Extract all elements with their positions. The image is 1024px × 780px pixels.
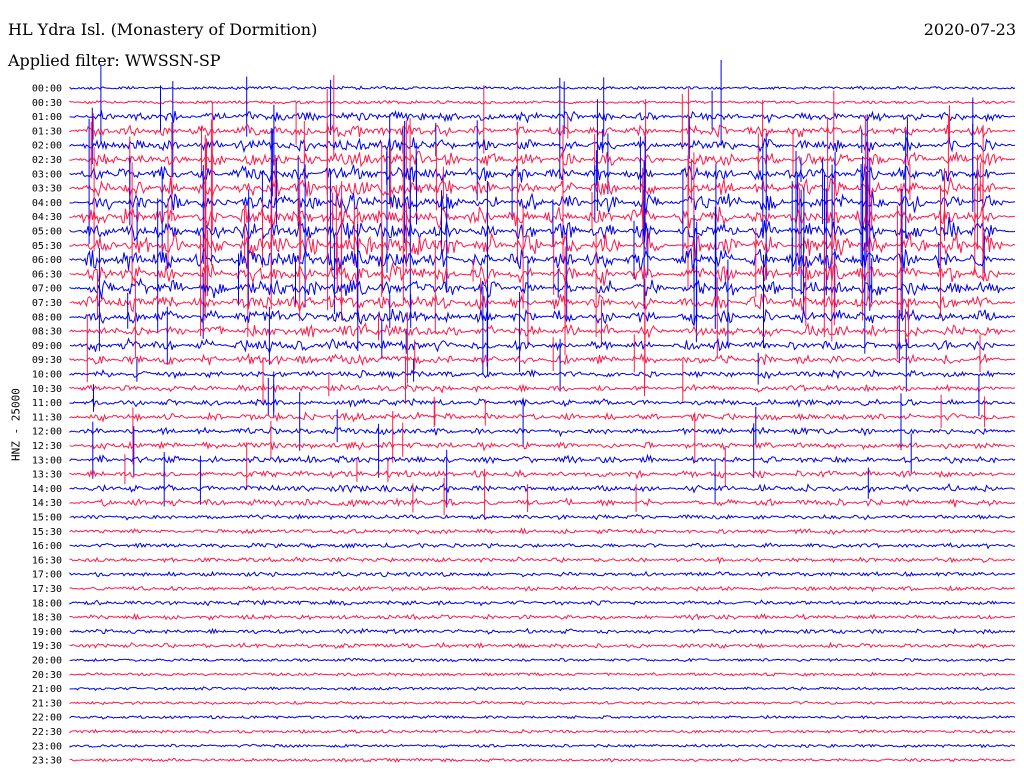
row-tick-label: 08:00 <box>32 312 62 323</box>
trace-row <box>69 308 1016 327</box>
row-tick-label: 02:00 <box>32 141 62 152</box>
row-tick-label: 22:00 <box>32 713 62 724</box>
trace-row <box>69 657 1016 663</box>
row-tick-label: 05:00 <box>32 227 62 238</box>
row-tick-label: 15:30 <box>32 527 62 538</box>
row-tick-label: 12:00 <box>32 427 62 438</box>
row-tick-label: 17:00 <box>32 570 62 581</box>
row-tick-label: 09:00 <box>32 341 62 352</box>
row-tick-label: 14:00 <box>32 484 62 495</box>
trace-row <box>69 368 1016 380</box>
trace-row <box>69 671 1016 677</box>
trace-row <box>69 352 1016 367</box>
row-tick-label: 09:30 <box>32 355 62 366</box>
row-tick-label: 13:00 <box>32 455 62 466</box>
trace-row <box>69 426 1016 438</box>
trace-row <box>69 411 1016 423</box>
row-tick-label: 02:30 <box>32 155 62 166</box>
row-tick-label: 08:30 <box>32 327 62 338</box>
trace-row <box>69 497 1016 508</box>
trace-row <box>69 700 1016 706</box>
row-tick-label: 14:30 <box>32 498 62 509</box>
row-tick-label: 00:30 <box>32 98 62 109</box>
row-tick-label: 04:30 <box>32 212 62 223</box>
row-tick-label: 16:30 <box>32 555 62 566</box>
row-tick-label: 10:30 <box>32 384 62 395</box>
trace-row <box>69 85 1016 91</box>
row-tick-label: 06:30 <box>32 269 62 280</box>
trace-row <box>69 482 1016 494</box>
trace-row <box>69 396 1016 408</box>
seismogram-traces <box>69 59 1016 763</box>
trace-row <box>69 599 1016 607</box>
row-tick-label: 05:30 <box>32 241 62 252</box>
row-tick-label: 21:00 <box>32 684 62 695</box>
row-tick-label: 23:00 <box>32 741 62 752</box>
trace-row <box>69 527 1016 536</box>
row-tick-label: 10:00 <box>32 370 62 381</box>
trace-row <box>69 627 1016 635</box>
seismogram-plot: 00:00 00:30 01:00 01:30 02:00 02:30 03:00 03:30… <box>32 59 1016 767</box>
row-tick-label: 11:30 <box>32 412 62 423</box>
trace-row <box>69 293 1016 313</box>
trace-row <box>69 99 1016 105</box>
row-tick-label: 00:00 <box>32 84 62 95</box>
row-tick-label: 21:30 <box>32 698 62 709</box>
row-tick-label: 03:30 <box>32 184 62 195</box>
row-tick-label: 07:00 <box>32 284 62 295</box>
row-tick-label: 13:30 <box>32 470 62 481</box>
trace-row <box>69 757 1016 763</box>
trace-row <box>69 513 1016 521</box>
row-tick-label: 07:30 <box>32 298 62 309</box>
trace-row <box>69 262 1016 286</box>
row-tick-label: 20:30 <box>32 670 62 681</box>
row-tick-label: 04:00 <box>32 198 62 209</box>
trace-row <box>69 585 1015 593</box>
row-tick-label: 19:30 <box>32 641 62 652</box>
trace-row <box>69 641 1016 650</box>
row-tick-label: 01:30 <box>32 126 62 137</box>
trace-row <box>69 468 1016 480</box>
row-tick-label: 11:00 <box>32 398 62 409</box>
row-tick-label: 19:00 <box>32 627 62 638</box>
trace-row <box>69 570 1016 578</box>
row-tick-label: 06:00 <box>32 255 62 266</box>
row-tick-label: 03:00 <box>32 169 62 180</box>
row-tick-label: 17:30 <box>32 584 62 595</box>
row-tick-label: 20:00 <box>32 656 62 667</box>
row-tick-label: 23:30 <box>32 756 62 767</box>
trace-row <box>69 728 1016 734</box>
row-tick-label: 22:30 <box>32 727 62 738</box>
trace-row <box>69 322 1016 338</box>
trace-row <box>69 743 1016 749</box>
trace-row <box>69 612 1016 621</box>
row-tick-label: 18:00 <box>32 598 62 609</box>
row-tick-label: 01:00 <box>32 112 62 123</box>
trace-row <box>69 453 1016 465</box>
row-tick-label: 16:00 <box>32 541 62 552</box>
trace-row <box>69 440 1016 452</box>
trace-row <box>69 556 1016 565</box>
trace-row <box>69 337 1016 355</box>
trace-row <box>69 277 1016 299</box>
row-tick-label: 12:30 <box>32 441 62 452</box>
trace-row <box>69 714 1016 720</box>
row-tick-label: 15:00 <box>32 513 62 524</box>
time-tick-labels: 00:00 00:30 01:00 01:30 02:00 02:30 03:00 03:30… <box>32 84 62 767</box>
trace-row <box>69 686 1016 692</box>
trace-row <box>69 383 1016 394</box>
trace-row <box>69 542 1016 550</box>
row-tick-label: 18:30 <box>32 613 62 624</box>
